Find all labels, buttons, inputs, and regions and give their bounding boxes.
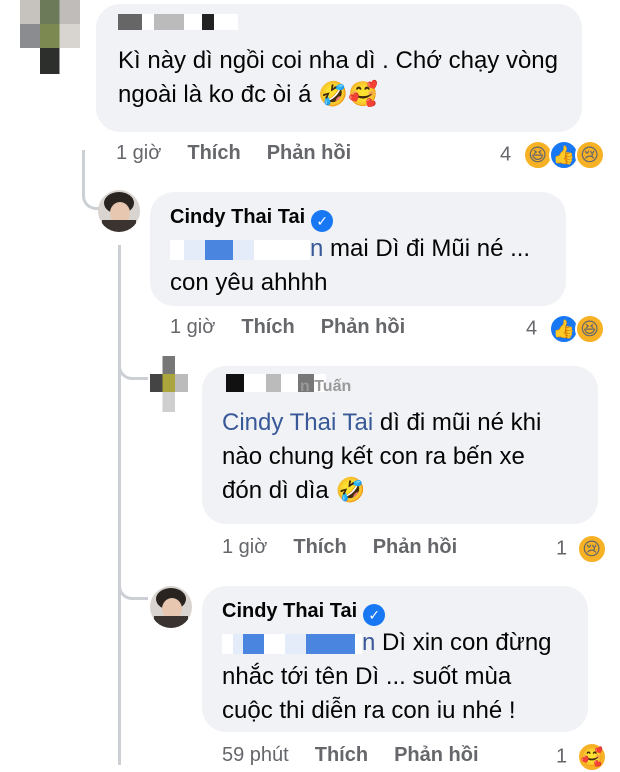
sad-icon: 😢 xyxy=(576,534,607,564)
timestamp[interactable]: 1 giờ xyxy=(116,142,161,164)
redacted-mention xyxy=(222,633,362,654)
like-button[interactable]: Thích xyxy=(241,316,294,338)
verified-badge-icon: ✓ xyxy=(311,210,334,232)
verified-badge-icon: ✓ xyxy=(363,604,386,626)
reaction-count: 4 xyxy=(526,317,538,340)
reactions[interactable]: 4 😆 👍 😢 xyxy=(500,140,605,170)
reaction-count: 1 xyxy=(556,537,568,560)
thread-line xyxy=(118,245,121,765)
author-name-redacted xyxy=(118,14,238,30)
avatar[interactable] xyxy=(98,190,140,232)
comment-text: Cindy Thai Tai dì đi mũi né khi nào chun… xyxy=(222,409,542,504)
timestamp[interactable]: 1 giờ xyxy=(170,316,215,338)
reply-button[interactable]: Phản hồi xyxy=(321,316,405,338)
comment-meta: 1 giờ Thích Phản hồi xyxy=(116,142,351,165)
reactions[interactable]: 1 🥰 xyxy=(556,742,607,772)
reactions[interactable]: 1 😢 xyxy=(556,534,607,564)
timestamp[interactable]: 1 giờ xyxy=(222,536,267,558)
sad-icon: 😢 xyxy=(574,140,605,170)
reply-button[interactable]: Phản hồi xyxy=(394,744,478,766)
timestamp[interactable]: 59 phút xyxy=(222,744,289,766)
comment-text: n Dì xin con đừng nhắc tới tên Dì ... su… xyxy=(222,629,552,724)
reaction-count: 1 xyxy=(556,745,568,768)
thread-connector xyxy=(118,350,148,380)
reactions[interactable]: 4 👍 😆 xyxy=(526,314,605,344)
comment-text: n mai Dì đi Mũi né ... con yêu ahhhh xyxy=(170,235,531,296)
emoji: 🤣 xyxy=(335,477,366,504)
avatar[interactable] xyxy=(150,356,188,412)
reply-button[interactable]: Phản hồi xyxy=(267,142,351,164)
avatar[interactable] xyxy=(150,586,192,628)
avatar[interactable] xyxy=(20,0,80,74)
like-button[interactable]: Thích xyxy=(293,536,346,558)
comment-text: Kì này dì ngồi coi nha dì . Chớ chạy vòn… xyxy=(118,47,559,108)
redacted-mention xyxy=(170,239,310,260)
thread-connector xyxy=(118,570,148,600)
reaction-count: 4 xyxy=(500,143,512,166)
emoji: 🤣🥰 xyxy=(318,81,378,108)
author-name-tail: n Tuấn xyxy=(300,378,352,395)
like-button[interactable]: Thích xyxy=(315,744,368,766)
mention-link[interactable]: Cindy Thai Tai xyxy=(222,409,373,436)
like-button[interactable]: Thích xyxy=(187,142,240,164)
comment-meta: 1 giờ Thích Phản hồi xyxy=(222,536,457,559)
care-icon: 🥰 xyxy=(576,742,607,772)
author-name[interactable]: Cindy Thai Tai ✓ xyxy=(170,206,334,232)
comment-meta: 59 phút Thích Phản hồi xyxy=(222,744,479,767)
author-name[interactable]: Cindy Thai Tai ✓ xyxy=(222,600,386,626)
comment-meta: 1 giờ Thích Phản hồi xyxy=(170,316,405,339)
reply-button[interactable]: Phản hồi xyxy=(373,536,457,558)
haha-icon: 😆 xyxy=(574,314,605,344)
